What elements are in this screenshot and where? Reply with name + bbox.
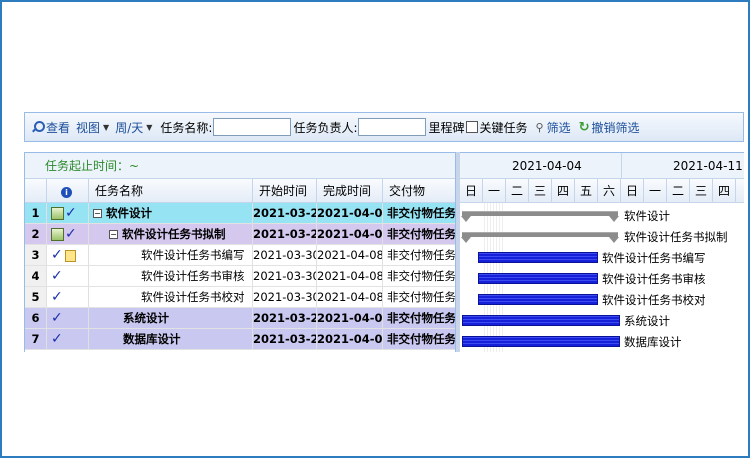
gantt-chart: 2021-04-04 2021-04-11 日 一 二 三 四 五 六 日 一 … bbox=[460, 152, 744, 352]
task-grid: 任务起止时间：~ i 任务名称 开始时间 完成时间 交付物 1 ✓ − 软件设计 … bbox=[24, 152, 456, 352]
check-icon: ✓ bbox=[65, 205, 77, 221]
header-number bbox=[25, 179, 47, 202]
collapse-icon[interactable]: − bbox=[93, 209, 102, 218]
collapse-icon[interactable]: − bbox=[109, 230, 118, 239]
gantt-row: 系统设计 bbox=[460, 310, 744, 331]
check-icon: ✓ bbox=[51, 247, 63, 263]
day-label: 六 bbox=[598, 179, 621, 202]
gantt-row: 数据库设计 bbox=[460, 331, 744, 352]
table-row[interactable]: 2 ✓ −软件设计任务书拟制 2021-03-29 2021-04-09 非交付… bbox=[25, 224, 455, 245]
header-info: i bbox=[47, 179, 89, 202]
summary-bar[interactable] bbox=[461, 232, 619, 243]
header-start-time[interactable]: 开始时间 bbox=[253, 179, 317, 202]
header-task-name[interactable]: 任务名称 bbox=[89, 179, 253, 202]
header-deliverable[interactable]: 交付物 bbox=[383, 179, 455, 202]
gantt-task-label: 软件设计任务书编写 bbox=[602, 251, 706, 265]
info-icon: i bbox=[61, 187, 72, 198]
task-name: 数据库设计 bbox=[89, 329, 253, 349]
note-icon bbox=[64, 249, 76, 262]
document-icon bbox=[51, 207, 64, 220]
table-row[interactable]: 4 ✓ 软件设计任务书审核 2021-03-30 2021-04-08 非交付物… bbox=[25, 266, 455, 287]
check-icon: ✓ bbox=[51, 289, 63, 305]
day-label: 二 bbox=[506, 179, 529, 202]
task-name-input[interactable] bbox=[213, 118, 292, 136]
scale-menu-button[interactable]: 周/天 ▼ bbox=[115, 119, 152, 136]
task-name-label: 任务名称: bbox=[160, 120, 213, 135]
critical-task-label: 关键任务 bbox=[479, 120, 528, 135]
gantt-task-label: 系统设计 bbox=[624, 314, 670, 328]
day-label: 一 bbox=[644, 179, 667, 202]
filter-icon: ⚲ bbox=[535, 120, 544, 134]
task-owner-label: 任务负责人: bbox=[293, 120, 358, 135]
check-icon: ✓ bbox=[51, 310, 63, 326]
gantt-task-label: 软件设计任务书校对 bbox=[602, 293, 706, 307]
header-end-time[interactable]: 完成时间 bbox=[317, 179, 383, 202]
gantt-task-label: 软件设计任务书拟制 bbox=[624, 230, 728, 244]
task-bar[interactable] bbox=[462, 315, 620, 326]
view-button[interactable]: 查看 bbox=[31, 119, 70, 136]
day-label: 日 bbox=[460, 179, 483, 202]
check-icon: ✓ bbox=[51, 268, 63, 284]
day-label: 一 bbox=[483, 179, 506, 202]
dropdown-caret-icon: ▼ bbox=[103, 122, 110, 132]
refresh-icon: ↻ bbox=[578, 119, 590, 135]
gantt-task-label: 数据库设计 bbox=[624, 335, 682, 349]
critical-task-checkbox[interactable] bbox=[465, 121, 478, 133]
table-row[interactable]: 3 ✓ 软件设计任务书编写 2021-03-30 2021-04-08 非交付物… bbox=[25, 245, 455, 266]
day-label: 日 bbox=[621, 179, 644, 202]
task-bar[interactable] bbox=[478, 294, 598, 305]
week-label: 2021-04-11 bbox=[673, 159, 743, 173]
task-name: 软件设计任务书校对 bbox=[89, 287, 253, 307]
check-icon: ✓ bbox=[65, 226, 77, 242]
task-name: 软件设计 bbox=[106, 206, 152, 220]
gantt-task-label: 软件设计 bbox=[624, 209, 670, 223]
task-name: 系统设计 bbox=[89, 308, 253, 328]
task-owner-input[interactable] bbox=[358, 118, 427, 136]
task-bar[interactable] bbox=[478, 252, 598, 263]
view-menu-button[interactable]: 视图 ▼ bbox=[76, 119, 109, 136]
gantt-day-header: 日 一 二 三 四 五 六 日 一 二 三 四 bbox=[460, 179, 744, 203]
task-bar[interactable] bbox=[462, 336, 620, 347]
check-icon: ✓ bbox=[51, 331, 63, 347]
undo-filter-button[interactable]: ↻ 撤销筛选 bbox=[579, 119, 640, 136]
table-row[interactable]: 6 ✓ 系统设计 2021-03-29 2021-04-09 非交付物任务 bbox=[25, 308, 455, 329]
gantt-task-label: 软件设计任务书审核 bbox=[602, 272, 706, 286]
day-label: 四 bbox=[552, 179, 575, 202]
day-label: 三 bbox=[529, 179, 552, 202]
gantt-body: 软件设计 软件设计任务书拟制 软件设计任务书编写 软件设计任务书审核 软件设计任… bbox=[460, 203, 744, 352]
week-label: 2021-04-04 bbox=[512, 159, 582, 173]
task-range-label: 任务起止时间：~ bbox=[25, 153, 455, 179]
document-icon bbox=[51, 228, 64, 241]
gantt-week-header: 2021-04-04 2021-04-11 bbox=[460, 153, 744, 179]
day-label: 四 bbox=[713, 179, 736, 202]
task-name: 软件设计任务书审核 bbox=[89, 266, 253, 286]
gantt-row: 软件设计任务书审核 bbox=[460, 268, 744, 289]
toolbar: 查看 视图 ▼ 周/天 ▼ 任务名称: 任务负责人: 里程碑 关键任务 ⚲ 筛选… bbox=[24, 112, 744, 142]
gantt-row: 软件设计 bbox=[460, 205, 744, 226]
day-label: 三 bbox=[690, 179, 713, 202]
table-row[interactable]: 1 ✓ −软件设计 2021-03-29 2021-04-09 非交付物任务 bbox=[25, 203, 455, 224]
task-name: 软件设计任务书拟制 bbox=[122, 227, 226, 241]
milestone-label: 里程碑 bbox=[428, 120, 465, 135]
task-name: 软件设计任务书编写 bbox=[89, 245, 253, 265]
filter-button[interactable]: ⚲ 筛选 bbox=[536, 119, 571, 136]
task-bar[interactable] bbox=[478, 273, 598, 284]
week-divider bbox=[621, 153, 622, 179]
table-row[interactable]: 5 ✓ 软件设计任务书校对 2021-03-30 2021-04-08 非交付物… bbox=[25, 287, 455, 308]
gantt-row: 软件设计任务书拟制 bbox=[460, 226, 744, 247]
gantt-row: 软件设计任务书编写 bbox=[460, 247, 744, 268]
gantt-row: 软件设计任务书校对 bbox=[460, 289, 744, 310]
dropdown-caret-icon: ▼ bbox=[146, 122, 153, 132]
day-label: 二 bbox=[667, 179, 690, 202]
table-row[interactable]: 7 ✓ 数据库设计 2021-03-29 2021-04-09 非交付物任务 bbox=[25, 329, 455, 350]
day-label: 五 bbox=[575, 179, 598, 202]
summary-bar[interactable] bbox=[461, 211, 619, 222]
search-icon bbox=[31, 120, 45, 134]
grid-header: i 任务名称 开始时间 完成时间 交付物 bbox=[25, 179, 455, 203]
